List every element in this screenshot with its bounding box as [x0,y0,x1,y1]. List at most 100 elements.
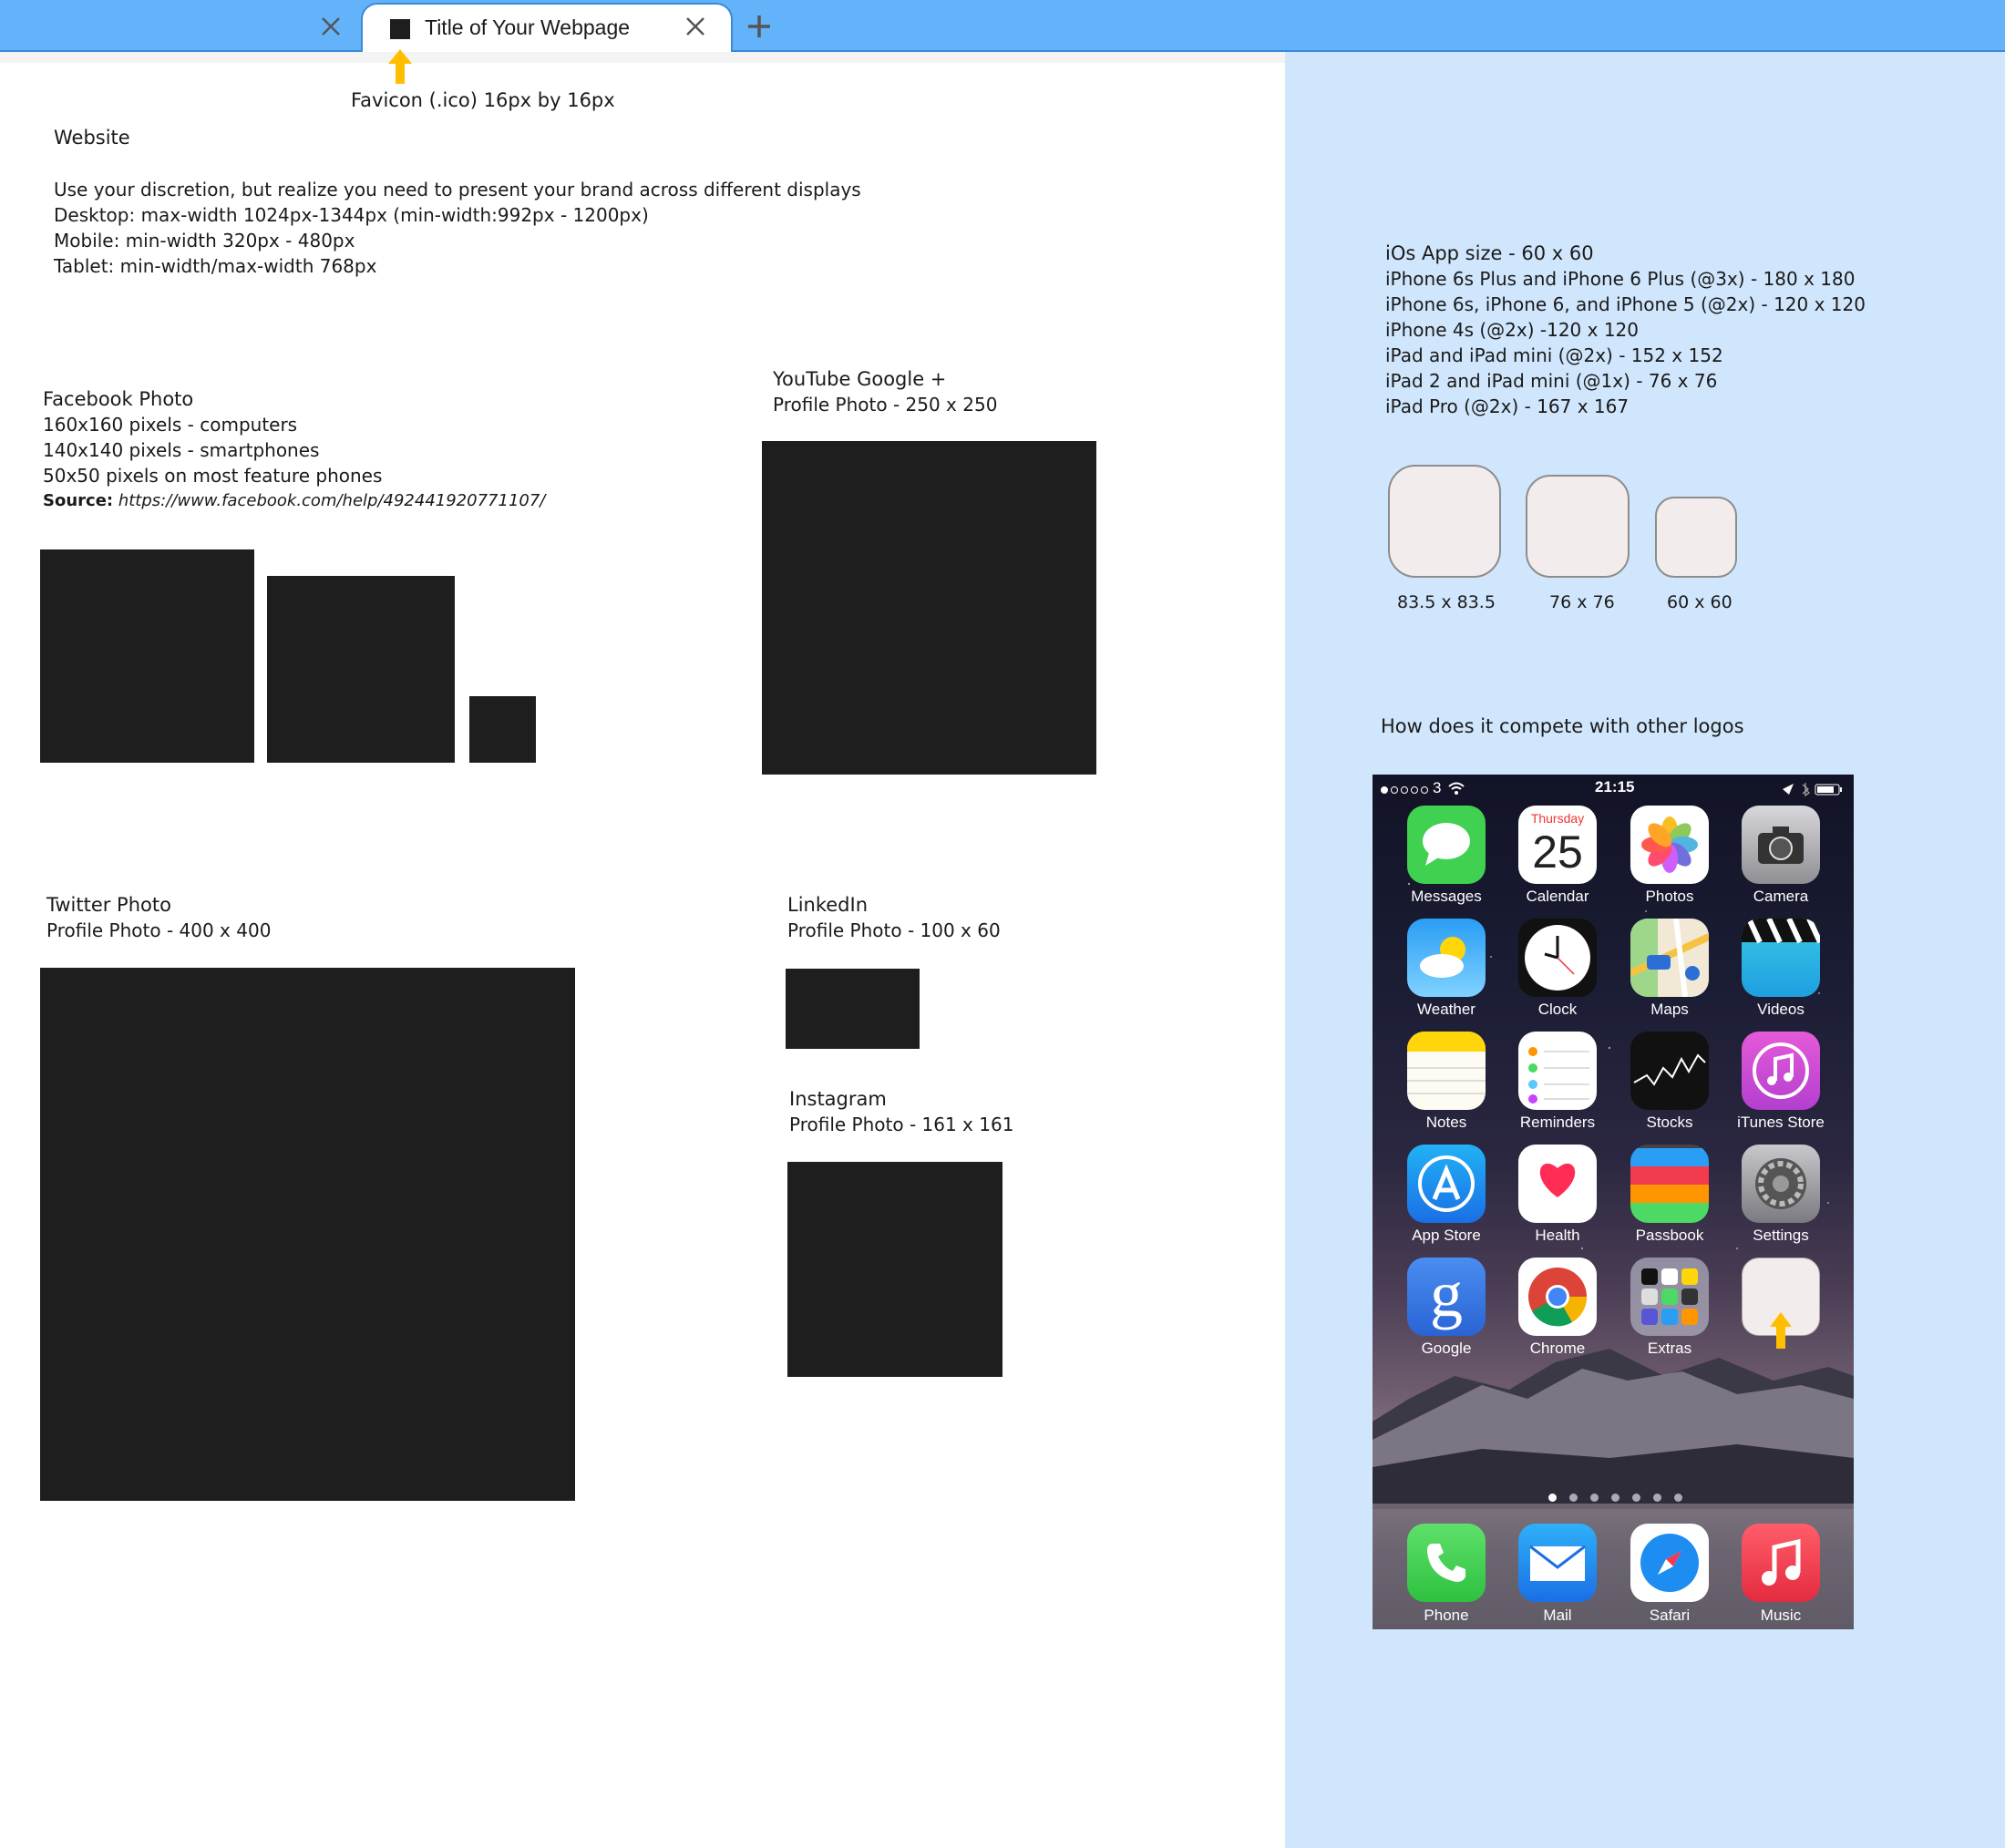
settings-app-icon[interactable] [1742,1145,1820,1223]
website-line: Mobile: min-width 320px - 480px [54,230,355,252]
extras-folder-icon[interactable] [1630,1258,1709,1336]
signal-strength-icon [1381,786,1428,794]
mail-app-icon[interactable] [1518,1524,1597,1602]
app-icon-tile-large [1388,465,1501,578]
app-icon-tile-small [1655,497,1737,578]
photos-flower-icon [1641,816,1698,873]
clapperboard-icon [1742,919,1820,944]
source-url[interactable]: https://www.facebook.com/help/4924419207… [118,491,546,510]
heart-icon [1539,1163,1576,1197]
stocks-app-icon[interactable] [1630,1032,1709,1110]
linkedin-heading: LinkedIn [787,894,869,916]
envelope-icon [1529,1545,1586,1581]
tab-title: Title of Your Webpage [425,15,631,39]
app-label: Mail [1543,1607,1572,1624]
page-indicator-dot[interactable] [1569,1494,1578,1502]
app-store-a-icon [1418,1155,1475,1212]
app-label: Stocks [1646,1114,1693,1131]
app-label: Extras [1647,1340,1692,1357]
music-app-icon[interactable] [1742,1524,1820,1602]
website-line: Desktop: max-width 1024px-1344px (min-wi… [54,204,649,226]
carrier-label: 3 [1433,779,1442,796]
page-indicator-dot[interactable] [1548,1494,1557,1502]
ios-line: iPhone 6s Plus and iPhone 6 Plus (@3x) -… [1385,268,1856,290]
close-tab-icon[interactable] [682,13,709,40]
notes-app-icon[interactable] [1407,1032,1486,1110]
calendar-date: 25 [1532,826,1583,878]
app-label: Settings [1753,1227,1809,1244]
wifi-icon [1448,782,1465,795]
website-heading: Website [54,127,130,149]
page-indicator-dot[interactable] [1674,1494,1682,1502]
google-g-icon: g [1430,1258,1463,1330]
app-label: Maps [1650,1001,1689,1018]
page-indicator-dot[interactable] [1653,1494,1661,1502]
folder-grid-icon [1641,1268,1698,1325]
up-arrow-icon [388,49,412,84]
app-label: Passbook [1635,1227,1704,1244]
browser-tab-bar [0,0,2005,52]
instagram-sub: Profile Photo - 161 x 161 [789,1114,1014,1135]
clock-app-icon[interactable] [1518,919,1597,997]
iphone-home-screen: 3 21:15 Messages Thursday 25 Calendar Ph… [1373,775,1854,1629]
favicon-note: Favicon (.ico) 16px by 16px [351,89,615,111]
tile-label: 60 x 60 [1667,592,1733,612]
close-tab-icon[interactable] [317,13,344,40]
calendar-day: Thursday [1530,811,1585,826]
maps-app-icon[interactable] [1630,919,1709,997]
sun-cloud-icon [1420,937,1465,978]
photos-app-icon[interactable] [1630,806,1709,884]
app-icon-tile-medium [1526,475,1630,578]
app-label: Health [1535,1227,1580,1244]
passbook-app-icon[interactable] [1630,1145,1709,1223]
compete-heading: How does it compete with other logos [1381,715,1744,737]
camera-app-icon[interactable] [1742,806,1820,884]
app-label: Messages [1411,888,1482,905]
app-label: Reminders [1519,1114,1596,1131]
app-label: App Store [1412,1227,1481,1244]
messages-app-icon[interactable] [1407,806,1486,884]
website-line: Use your discretion, but realize you nee… [54,179,861,200]
music-note-icon [1753,1042,1809,1099]
app-label: Calendar [1526,888,1589,905]
status-bar: 3 21:15 [1373,775,1854,802]
page-indicator-dot[interactable] [1590,1494,1599,1502]
weather-app-icon[interactable] [1407,919,1486,997]
ios-heading: iOs App size - 60 x 60 [1385,242,1594,264]
google-app-icon[interactable]: g [1407,1258,1486,1336]
toolbar-strip [0,52,1285,63]
app-store-app-icon[interactable] [1407,1145,1486,1223]
reminders-app-icon[interactable] [1518,1032,1597,1110]
facebook-line: 140x140 pixels - smartphones [43,439,320,461]
website-line: Tablet: min-width/max-width 768px [54,255,377,277]
notepad-icon [1407,1032,1486,1094]
stock-chart-icon [1633,1053,1706,1086]
favicon-icon [390,19,410,39]
facebook-line: 50x50 pixels on most feature phones [43,465,383,487]
app-label: Weather [1417,1001,1475,1018]
app-label: Google [1421,1340,1472,1357]
youtube-heading: YouTube Google + [773,368,947,390]
calendar-app-icon[interactable]: Thursday 25 [1518,806,1597,884]
ios-line: iPad Pro (@2x) - 167 x 167 [1385,395,1630,417]
youtube-sub: Profile Photo - 250 x 250 [773,394,998,416]
phone-handset-icon [1427,1544,1465,1582]
ios-line: iPhone 4s (@2x) -120 x 120 [1385,319,1640,341]
health-app-icon[interactable] [1518,1145,1597,1223]
ios-line: iPhone 6s, iPhone 6, and iPhone 5 (@2x) … [1385,293,1866,315]
instagram-placeholder [787,1162,1002,1377]
up-arrow-icon [1770,1312,1792,1349]
new-tab-plus-icon[interactable] [744,11,775,42]
safari-app-icon[interactable] [1630,1524,1709,1602]
page-indicator-dot[interactable] [1632,1494,1640,1502]
map-icon [1630,919,1709,997]
checklist-icon [1528,1047,1589,1104]
itunes-store-app-icon[interactable] [1742,1032,1820,1110]
twitter-heading: Twitter Photo [46,894,171,916]
chrome-app-icon[interactable] [1518,1258,1597,1336]
twitter-sub: Profile Photo - 400 x 400 [46,919,272,941]
videos-app-icon[interactable] [1742,919,1820,997]
app-label: Music [1760,1607,1802,1624]
page-indicator-dot[interactable] [1611,1494,1619,1502]
phone-app-icon[interactable] [1407,1524,1486,1602]
